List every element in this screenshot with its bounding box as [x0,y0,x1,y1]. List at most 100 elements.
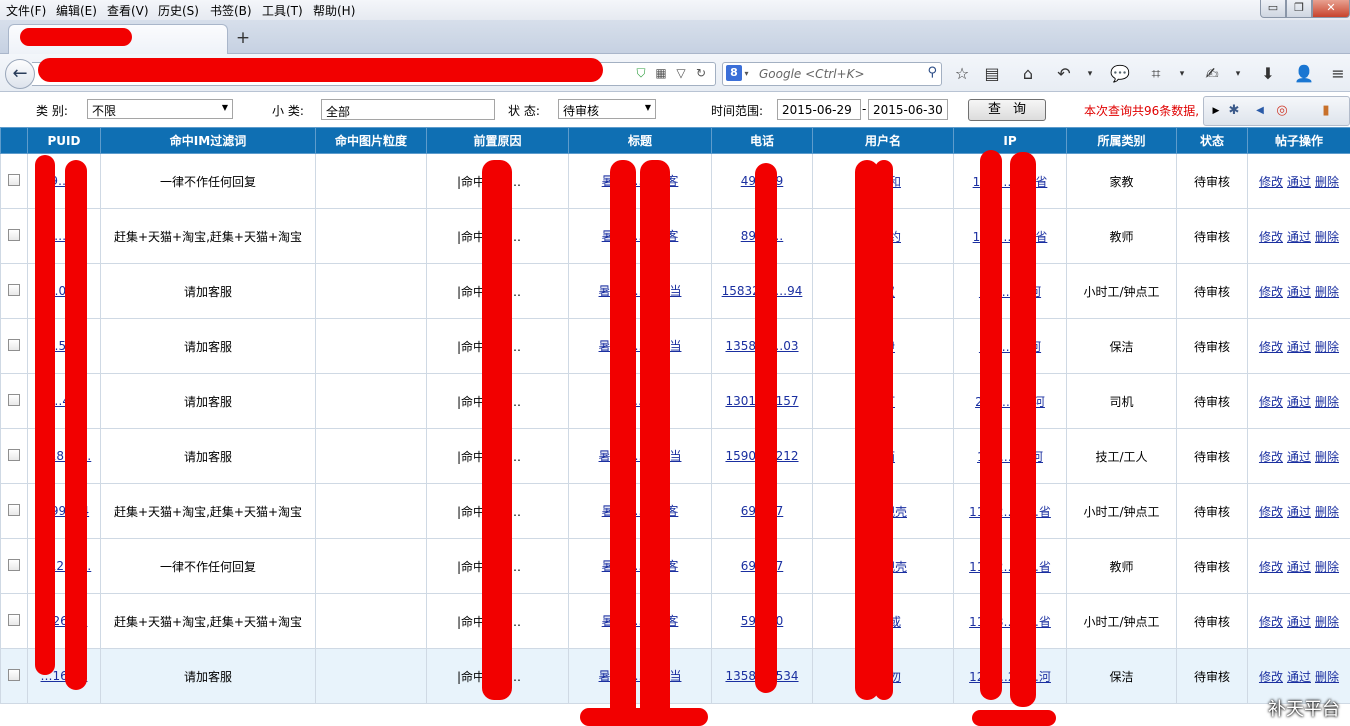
header-phone[interactable]: 电话 [711,127,813,154]
gear-icon[interactable]: ✱ [1224,101,1244,121]
back-button[interactable]: ← [5,59,35,89]
approve-link[interactable]: 通过 [1287,505,1311,519]
approve-link[interactable]: 通过 [1287,615,1311,629]
delete-link[interactable]: 删除 [1315,340,1339,354]
row-checkbox[interactable] [8,558,20,571]
edit-link[interactable]: 修改 [1259,175,1283,189]
menu-edit[interactable]: 编辑(E) [56,2,97,19]
dropdown-arrow-icon[interactable]: ▽ [671,66,691,80]
menu-tools[interactable]: 工具(T) [262,2,303,19]
row-checkbox[interactable] [8,283,20,296]
edit-link[interactable]: 修改 [1259,230,1283,244]
edit-link[interactable]: 修改 [1259,670,1283,684]
header-status[interactable]: 状态 [1176,127,1248,154]
hamburger-menu-icon[interactable]: ≡ [1326,62,1350,86]
menu-view[interactable]: 查看(V) [107,2,149,19]
delete-link[interactable]: 删除 [1315,230,1339,244]
row-checkbox-cell [0,318,28,374]
menu-file[interactable]: 文件(F) [6,2,46,19]
date-to-input[interactable]: 2015-06-30 [868,99,948,120]
search-bar[interactable]: 8 ▾ Google <Ctrl+K> ⚲ [722,62,942,86]
row-checkbox[interactable] [8,448,20,461]
edit-link[interactable]: 修改 [1259,615,1283,629]
minimize-button[interactable]: ▭ [1260,0,1286,18]
header-im-word[interactable]: 命中IM过滤词 [100,127,316,154]
row-checkbox[interactable] [8,503,20,516]
header-title[interactable]: 标题 [568,127,712,154]
status-cell: 待审核 [1176,208,1248,264]
status-cell: 待审核 [1176,428,1248,484]
triangle-left-icon[interactable]: ◀ [1250,101,1270,121]
header-image-granularity[interactable]: 命中图片粒度 [315,127,427,154]
header-actions[interactable]: 帖子操作 [1247,127,1350,154]
gesture-icon[interactable]: ✍ [1200,62,1224,86]
query-button[interactable]: 查询 [968,99,1046,121]
exit-door-icon[interactable]: ▮ [1316,101,1336,121]
delete-link[interactable]: 删除 [1315,670,1339,684]
row-checkbox[interactable] [8,338,20,351]
menu-history[interactable]: 历史(S) [158,2,199,19]
home-icon[interactable]: ⌂ [1016,62,1040,86]
edit-link[interactable]: 修改 [1259,560,1283,574]
edit-link[interactable]: 修改 [1259,340,1283,354]
delete-link[interactable]: 删除 [1315,615,1339,629]
im-word-cell: 赶集+天猫+淘宝,赶集+天猫+淘宝 [100,593,316,649]
chat-bubble-icon[interactable]: 💬 [1108,62,1132,86]
dropdown-arrow-icon[interactable]: ▾ [1226,62,1250,86]
tab-inactive[interactable] [255,28,425,52]
download-icon[interactable]: ⬇ [1256,62,1280,86]
delete-link[interactable]: 删除 [1315,285,1339,299]
header-username[interactable]: 用户名 [812,127,954,154]
approve-link[interactable]: 通过 [1287,285,1311,299]
header-category[interactable]: 所属类别 [1066,127,1177,154]
row-checkbox[interactable] [8,393,20,406]
reload-icon[interactable]: ↻ [691,66,711,80]
header-reason[interactable]: 前置原因 [426,127,569,154]
account-icon[interactable]: 👤 [1292,62,1316,86]
approve-link[interactable]: 通过 [1287,450,1311,464]
new-tab-button[interactable]: + [232,28,254,50]
maximize-button[interactable]: ❐ [1286,0,1312,18]
delete-link[interactable]: 删除 [1315,560,1339,574]
approve-link[interactable]: 通过 [1287,670,1311,684]
approve-link[interactable]: 通过 [1287,560,1311,574]
menu-bookmarks[interactable]: 书签(B) [210,2,252,19]
grip-icon[interactable]: ▶ [1206,101,1226,121]
magnifier-icon[interactable]: ⚲ [927,65,937,80]
dropdown-arrow-icon[interactable]: ▾ [1078,62,1102,86]
row-checkbox[interactable] [8,173,20,186]
status-select[interactable]: 待审核 ▼ [558,99,656,119]
undo-icon[interactable]: ↶ [1052,62,1076,86]
search-engine-selector[interactable]: 8 ▾ [726,65,756,83]
approve-link[interactable]: 通过 [1287,340,1311,354]
edit-link[interactable]: 修改 [1259,505,1283,519]
row-checkbox[interactable] [8,668,20,681]
delete-link[interactable]: 删除 [1315,505,1339,519]
row-checkbox[interactable] [8,228,20,241]
bookmarks-list-icon[interactable]: ▤ [980,62,1004,86]
delete-link[interactable]: 删除 [1315,450,1339,464]
delete-link[interactable]: 删除 [1315,175,1339,189]
bookmark-star-icon[interactable]: ☆ [950,62,974,86]
edit-link[interactable]: 修改 [1259,285,1283,299]
edit-link[interactable]: 修改 [1259,450,1283,464]
shield-icon[interactable]: ⛉ [631,66,651,81]
close-window-button[interactable]: ✕ [1312,0,1350,18]
edit-link[interactable]: 修改 [1259,395,1283,409]
qr-code-icon[interactable]: ▦ [651,66,671,80]
approve-link[interactable]: 通过 [1287,175,1311,189]
category-select[interactable]: 不限 ▼ [87,99,233,119]
redaction-mark [1010,152,1036,707]
approve-link[interactable]: 通过 [1287,395,1311,409]
subcategory-input[interactable]: 全部 [321,99,495,120]
menu-help[interactable]: 帮助(H) [313,2,355,19]
lifebuoy-icon[interactable]: ◎ [1272,101,1292,121]
date-from-input[interactable]: 2015-06-29 [777,99,861,120]
crop-icon[interactable]: ⌗ [1144,62,1168,86]
dropdown-arrow-icon[interactable]: ▾ [1170,62,1194,86]
header-ip[interactable]: IP [953,127,1067,154]
row-checkbox[interactable] [8,613,20,626]
approve-link[interactable]: 通过 [1287,230,1311,244]
delete-link[interactable]: 删除 [1315,395,1339,409]
header-puid[interactable]: PUID [27,127,101,154]
